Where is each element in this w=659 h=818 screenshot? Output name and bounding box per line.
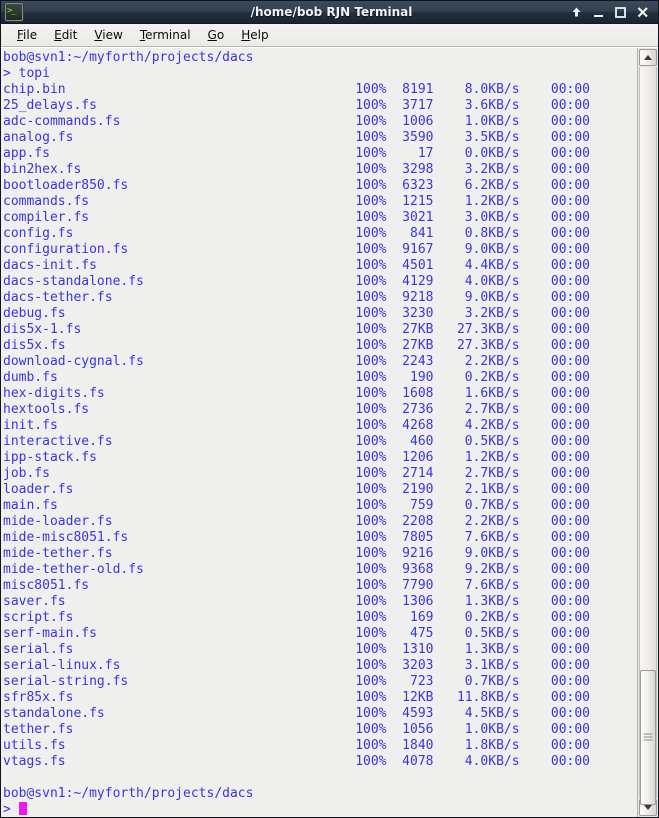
transfer-row: bootloader850.fs 100% 6323 6.2KB/s 00:00 [3, 178, 590, 193]
transfer-row: serf-main.fs 100% 475 0.5KB/s 00:00 [3, 626, 590, 641]
transfer-row: job.fs 100% 2714 2.7KB/s 00:00 [3, 466, 590, 481]
transfer-row: script.fs 100% 169 0.2KB/s 00:00 [3, 610, 590, 625]
transfer-row: commands.fs 100% 1215 1.2KB/s 00:00 [3, 194, 590, 209]
scroll-down-icon [644, 805, 652, 810]
menu-item-terminal[interactable]: Terminal [132, 26, 199, 44]
vertical-scrollbar[interactable] [637, 48, 658, 817]
scroll-up-icon [644, 55, 652, 60]
transfer-row: serial-string.fs 100% 723 0.7KB/s 00:00 [3, 674, 590, 689]
transfer-row: misc8051.fs 100% 7790 7.6KB/s 00:00 [3, 578, 590, 593]
menu-label: elp [250, 28, 269, 42]
transfer-row: loader.fs 100% 2190 2.1KB/s 00:00 [3, 482, 590, 497]
terminal-cursor [18, 802, 27, 815]
menu-label: o [216, 28, 225, 42]
transfer-row: bin2hex.fs 100% 3298 3.2KB/s 00:00 [3, 162, 590, 177]
menu-label: ile [23, 28, 38, 42]
transfer-row: mide-tether.fs 100% 9216 9.0KB/s 00:00 [3, 546, 590, 561]
transfer-row: hextools.fs 100% 2736 2.7KB/s 00:00 [3, 402, 590, 417]
title-bar[interactable]: /home/bob RJN Terminal [1, 1, 658, 24]
terminal-window: /home/bob RJN Terminal [0, 0, 659, 818]
terminal-body: bob@svn1:~/myforth/projects/dacs > topi ch… [1, 47, 658, 817]
transfer-row: standalone.fs 100% 4593 4.5KB/s 00:00 [3, 706, 590, 721]
transfer-row: init.fs 100% 4268 4.2KB/s 00:00 [3, 418, 590, 433]
terminal-screen[interactable]: bob@svn1:~/myforth/projects/dacs > topi ch… [1, 48, 637, 817]
menu-label: iew [102, 28, 123, 42]
menu-item-edit[interactable]: Edit [46, 26, 85, 44]
menu-label: dit [61, 28, 78, 42]
shell-prompt-line: bob@svn1:~/myforth/projects/dacs [3, 786, 254, 801]
transfer-row: compiler.fs 100% 3021 3.0KB/s 00:00 [3, 210, 590, 225]
terminal-output: bob@svn1:~/myforth/projects/dacs > topi ch… [3, 50, 637, 817]
shell-prompt-line: bob@svn1:~/myforth/projects/dacs [3, 50, 254, 65]
menu-item-go[interactable]: Go [200, 26, 233, 44]
shade-button[interactable] [570, 5, 583, 19]
transfer-row: tether.fs 100% 1056 1.0KB/s 00:00 [3, 722, 590, 737]
transfer-row: interactive.fs 100% 460 0.5KB/s 00:00 [3, 434, 590, 449]
window-title: /home/bob RJN Terminal [250, 5, 413, 19]
terminal-icon [5, 3, 23, 21]
maximize-button[interactable] [614, 5, 627, 19]
transfer-row: main.fs 100% 759 0.7KB/s 00:00 [3, 498, 590, 513]
transfer-row: vtags.fs 100% 4078 4.0KB/s 00:00 [3, 754, 590, 769]
transfer-row: serial.fs 100% 1310 1.3KB/s 00:00 [3, 642, 590, 657]
transfer-row: ipp-stack.fs 100% 1206 1.2KB/s 00:00 [3, 450, 590, 465]
transfer-row: config.fs 100% 841 0.8KB/s 00:00 [3, 226, 590, 241]
transfer-row: saver.fs 100% 1306 1.3KB/s 00:00 [3, 594, 590, 609]
menu-label: erminal [145, 28, 191, 42]
transfer-row: analog.fs 100% 3590 3.5KB/s 00:00 [3, 130, 590, 145]
menu-mnemonic: E [54, 28, 62, 42]
menu-mnemonic: H [241, 28, 251, 42]
transfer-row: dumb.fs 100% 190 0.2KB/s 00:00 [3, 370, 590, 385]
transfer-row: dacs-init.fs 100% 4501 4.4KB/s 00:00 [3, 258, 590, 273]
transfer-row: mide-tether-old.fs 100% 9368 9.2KB/s 00:… [3, 562, 590, 577]
transfer-row: serial-linux.fs 100% 3203 3.1KB/s 00:00 [3, 658, 590, 673]
transfer-row: 25_delays.fs 100% 3717 3.6KB/s 00:00 [3, 98, 590, 113]
menu-item-file[interactable]: File [9, 26, 45, 44]
transfer-row: app.fs 100% 17 0.0KB/s 00:00 [3, 146, 590, 161]
shell-input-line: > [3, 802, 637, 817]
scrollbar-grip-icon [643, 733, 653, 743]
transfer-row: sfr85x.fs 100% 12KB 11.8KB/s 00:00 [3, 690, 590, 705]
transfer-row: configuration.fs 100% 9167 9.0KB/s 00:00 [3, 242, 590, 257]
transfer-row: dis5x.fs 100% 27KB 27.3KB/s 00:00 [3, 338, 590, 353]
transfer-row: download-cygnal.fs 100% 2243 2.2KB/s 00:… [3, 354, 590, 369]
menu-item-help[interactable]: Help [233, 26, 276, 44]
shell-command-line: > topi [3, 66, 50, 81]
transfer-row: dacs-standalone.fs 100% 4129 4.0KB/s 00:… [3, 274, 590, 289]
menu-mnemonic: G [207, 28, 217, 42]
transfer-row: adc-commands.fs 100% 1006 1.0KB/s 00:00 [3, 114, 590, 129]
menu-item-view[interactable]: View [86, 26, 130, 44]
transfer-row: dis5x-1.fs 100% 27KB 27.3KB/s 00:00 [3, 322, 590, 337]
transfer-row: dacs-tether.fs 100% 9218 9.0KB/s 00:00 [3, 290, 590, 305]
minimize-button[interactable] [592, 5, 605, 19]
transfer-row: mide-loader.fs 100% 2208 2.2KB/s 00:00 [3, 514, 590, 529]
transfer-row: chip.bin 100% 8191 8.0KB/s 00:00 [3, 82, 590, 97]
scrollbar-thumb[interactable] [640, 670, 656, 806]
transfer-row: hex-digits.fs 100% 1608 1.6KB/s 00:00 [3, 386, 590, 401]
window-buttons [570, 5, 658, 19]
transfer-row: mide-misc8051.fs 100% 7805 7.6KB/s 00:00 [3, 530, 590, 545]
scroll-up-button[interactable] [639, 49, 657, 66]
transfer-row: debug.fs 100% 3230 3.2KB/s 00:00 [3, 306, 590, 321]
close-button[interactable] [636, 5, 649, 19]
menu-bar: File Edit View Terminal Go Help [1, 24, 658, 47]
transfer-row: utils.fs 100% 1840 1.8KB/s 00:00 [3, 738, 590, 753]
scrollbar-track[interactable] [639, 67, 657, 806]
